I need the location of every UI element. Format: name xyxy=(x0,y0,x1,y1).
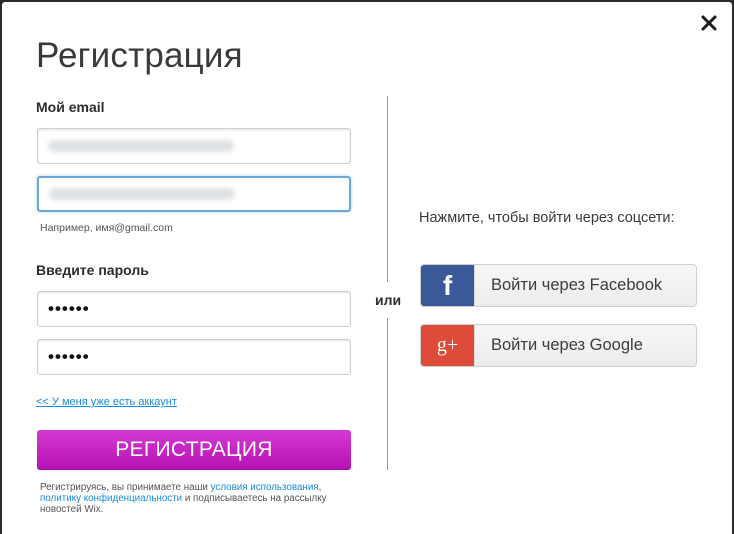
terms-of-use-link[interactable]: условия использования xyxy=(211,482,319,493)
facebook-icon: f xyxy=(421,265,474,306)
have-account-link[interactable]: << У меня уже есть аккаунт xyxy=(36,396,177,408)
facebook-login-button[interactable]: f Войти через Facebook xyxy=(420,264,697,307)
google-plus-icon-glyph: g+ xyxy=(436,334,459,356)
email-confirm-field[interactable] xyxy=(37,176,351,212)
terms-text: Регистрируясь, вы принимаете наши услови… xyxy=(40,482,360,515)
facebook-icon-glyph: f xyxy=(442,269,453,301)
password-confirm-field[interactable]: •••••• xyxy=(37,339,351,375)
email-label: Мой email xyxy=(36,99,105,115)
password-confirm-value: •••••• xyxy=(48,347,90,366)
password-value: •••••• xyxy=(48,299,90,318)
social-prompt: Нажмите, чтобы войти через соцсети: xyxy=(419,210,675,226)
privacy-policy-link[interactable]: политику конфиденциальности xyxy=(40,493,182,504)
google-login-button[interactable]: g+ Войти через Google xyxy=(420,324,697,367)
password-field[interactable]: •••••• xyxy=(37,291,351,327)
google-plus-icon: g+ xyxy=(421,325,474,366)
facebook-login-label: Войти через Facebook xyxy=(474,265,696,306)
registration-dialog: Регистрация Мой email Например, имя@gmai… xyxy=(2,2,732,534)
close-icon xyxy=(701,15,717,31)
email-hint: Например, имя@gmail.com xyxy=(40,222,173,234)
close-button[interactable] xyxy=(700,14,718,32)
or-text: или xyxy=(375,292,402,308)
divider-top xyxy=(387,96,388,282)
divider-bottom xyxy=(387,318,388,470)
email-field[interactable] xyxy=(37,128,351,164)
register-button[interactable]: РЕГИСТРАЦИЯ xyxy=(37,430,351,470)
page-title: Регистрация xyxy=(36,36,243,75)
email-value-blurred xyxy=(48,140,234,152)
terms-prefix: Регистрируясь, вы принимаете наши xyxy=(40,482,211,493)
password-label: Введите пароль xyxy=(36,262,149,278)
email-confirm-value-blurred xyxy=(49,188,235,200)
terms-comma: , xyxy=(318,482,322,493)
google-login-label: Войти через Google xyxy=(474,325,696,366)
